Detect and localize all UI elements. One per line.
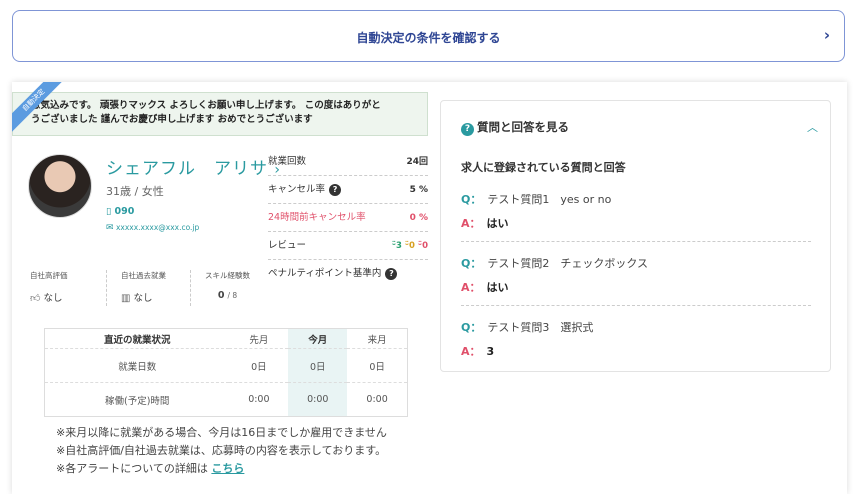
age-gender: 31歳 / 女性 — [106, 185, 164, 198]
stat-review: レビュー ᵕ̈3 ᵕ̈0 ᵕ̈0 — [268, 232, 428, 260]
qa-item: Q： テスト質問2 チェックボックス A： はい — [461, 257, 649, 294]
evaluation-row: 自社高評価 👍︎ なし 自社過去就業 ▥ なし スキル経験数 0 / 8 — [30, 270, 270, 310]
table-row: 就業日数 0日 0日 0日 — [44, 348, 408, 383]
own-rating: 自社高評価 👍︎ なし — [30, 271, 68, 304]
divider — [461, 305, 811, 306]
email-value: xxxxx.xxxx@xxx.co.jp — [115, 223, 200, 232]
review-counts: ᵕ̈3 ᵕ̈0 ᵕ̈0 — [391, 241, 428, 251]
phone-value: 090 — [114, 206, 135, 217]
phone-number[interactable]: ▯ 090 — [106, 206, 134, 217]
qa-item: Q： テスト質問3 選択式 A： 3 — [461, 321, 594, 358]
thumbs-up-icon: 👍︎ — [30, 293, 41, 304]
stat-cancel-24h: 24時間前キャンセル率 0 % — [268, 204, 428, 232]
stat-penalty: ペナルティポイント基準内? — [268, 260, 428, 288]
mail-icon: ✉ — [106, 223, 114, 233]
email-address[interactable]: ✉ xxxxx.xxxx@xxx.co.jp — [106, 223, 199, 233]
skill-count: スキル経験数 0 / 8 — [190, 270, 250, 306]
ribbon-label: 自動決定 — [12, 82, 72, 140]
applicant-name: シェアフル アリサ — [106, 159, 268, 179]
help-icon[interactable]: ? — [385, 267, 398, 280]
phone-icon: ▯ — [106, 206, 112, 217]
building-icon: ▥ — [121, 293, 131, 304]
divider — [461, 241, 811, 242]
stat-cancel-rate: キャンセル率? 5 % — [268, 176, 428, 204]
qa-item: Q： テスト質問1 yes or no A： はい — [461, 193, 612, 230]
recent-work-table: 直近の就業状況 先月 今月 来月 就業日数 0日 0日 0日 稼働(予定)時間 … — [44, 328, 408, 417]
stat-work-count: 就業回数 24回 — [268, 148, 428, 176]
cancel-rate-value: 5 % — [409, 185, 428, 195]
avatar — [28, 154, 92, 218]
qa-toggle[interactable]: ? 質問と回答を見る — [461, 119, 569, 136]
message-line-2: うございました 謹んでお慶び申し上げます おめでとうございます — [31, 114, 313, 125]
table-header-row: 直近の就業状況 先月 今月 来月 — [44, 328, 408, 349]
notes: ※来月以降に就業がある場合、今月は16日までしか雇用できません ※自社高評価/自… — [56, 426, 387, 475]
table-row: 稼働(予定)時間 0:00 0:00 0:00 — [44, 382, 408, 417]
auto-decision-ribbon: 自動決定 — [12, 82, 72, 142]
cancel-24h-value: 0 % — [409, 213, 428, 223]
stats-list: 就業回数 24回 キャンセル率? 5 % 24時間前キャンセル率 0 % レビュ… — [268, 148, 428, 288]
applicant-card: 自動決定 意気込みです。 頑張りマックス よろしくお願い申し上げます。 この度は… — [12, 82, 847, 494]
question-icon: ? — [461, 123, 474, 136]
applicant-name-link[interactable]: シェアフル アリサ › — [106, 154, 281, 179]
details-link[interactable]: こちら — [211, 462, 244, 475]
help-icon[interactable]: ? — [329, 183, 342, 196]
applicant-message: 意気込みです。 頑張りマックス よろしくお願い申し上げます。 この度はありがと … — [12, 92, 428, 136]
chevron-up-icon[interactable]: ︿ — [807, 119, 818, 135]
message-line-1: 意気込みです。 頑張りマックス よろしくお願い申し上げます。 この度はありがと — [31, 100, 381, 111]
auto-decision-conditions-button[interactable]: 自動決定の条件を確認する › — [12, 10, 845, 62]
auto-decision-label: 自動決定の条件を確認する — [356, 31, 501, 45]
chevron-right-icon: › — [823, 26, 830, 44]
qa-title: 求人に登録されている質問と回答 — [461, 161, 626, 174]
qa-panel: ? 質問と回答を見る ︿ 求人に登録されている質問と回答 Q： テスト質問1 yes… — [440, 100, 831, 372]
work-count-value: 24回 — [406, 157, 428, 167]
own-past-work: 自社過去就業 ▥ なし — [106, 270, 166, 306]
